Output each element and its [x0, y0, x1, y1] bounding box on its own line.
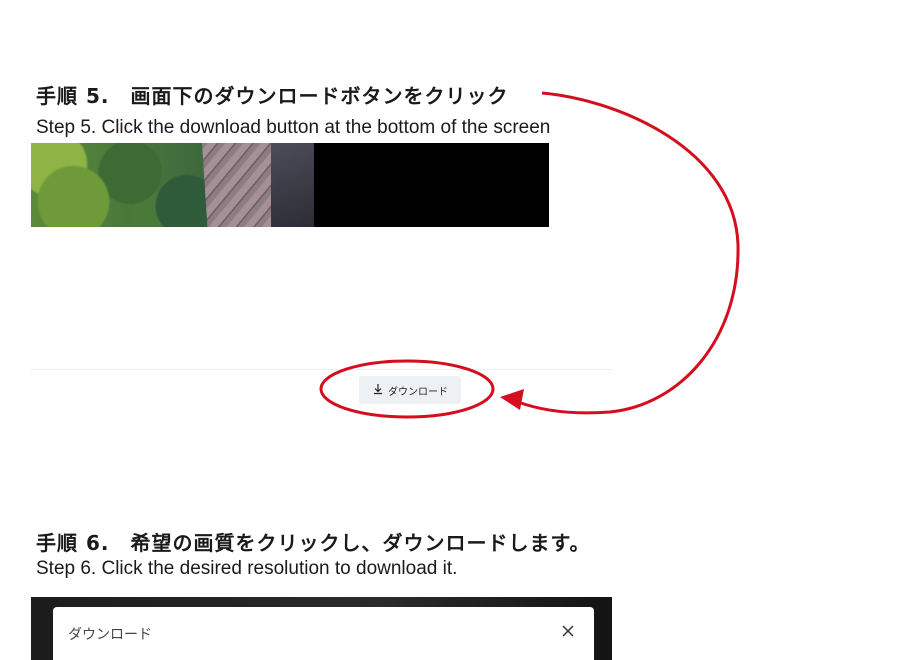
step6-heading-japanese: 手順 6. 希望の画質をクリックし、ダウンロードします。: [36, 531, 591, 555]
black-letterbox: [314, 143, 549, 227]
step5-heading-english: Step 5. Click the download button at the…: [36, 117, 551, 138]
roof-artwork: [271, 143, 316, 227]
download-button[interactable]: ダウンロード: [359, 376, 461, 404]
download-icon: [372, 383, 384, 398]
step6-heading-english: Step 6. Click the desired resolution to …: [36, 558, 458, 579]
curved-arrow-path: [517, 91, 740, 415]
arrow-head: [500, 389, 524, 410]
close-icon[interactable]: [560, 623, 576, 639]
dialog-title: ダウンロード: [68, 627, 152, 643]
step5-heading-japanese: 手順 5. 画面下のダウンロードボタンをクリック: [36, 84, 509, 108]
download-button-label: ダウンロード: [388, 386, 448, 398]
divider-line: [31, 369, 613, 370]
download-dialog: ダウンロード: [53, 607, 594, 660]
video-player-screenshot: [31, 143, 549, 227]
